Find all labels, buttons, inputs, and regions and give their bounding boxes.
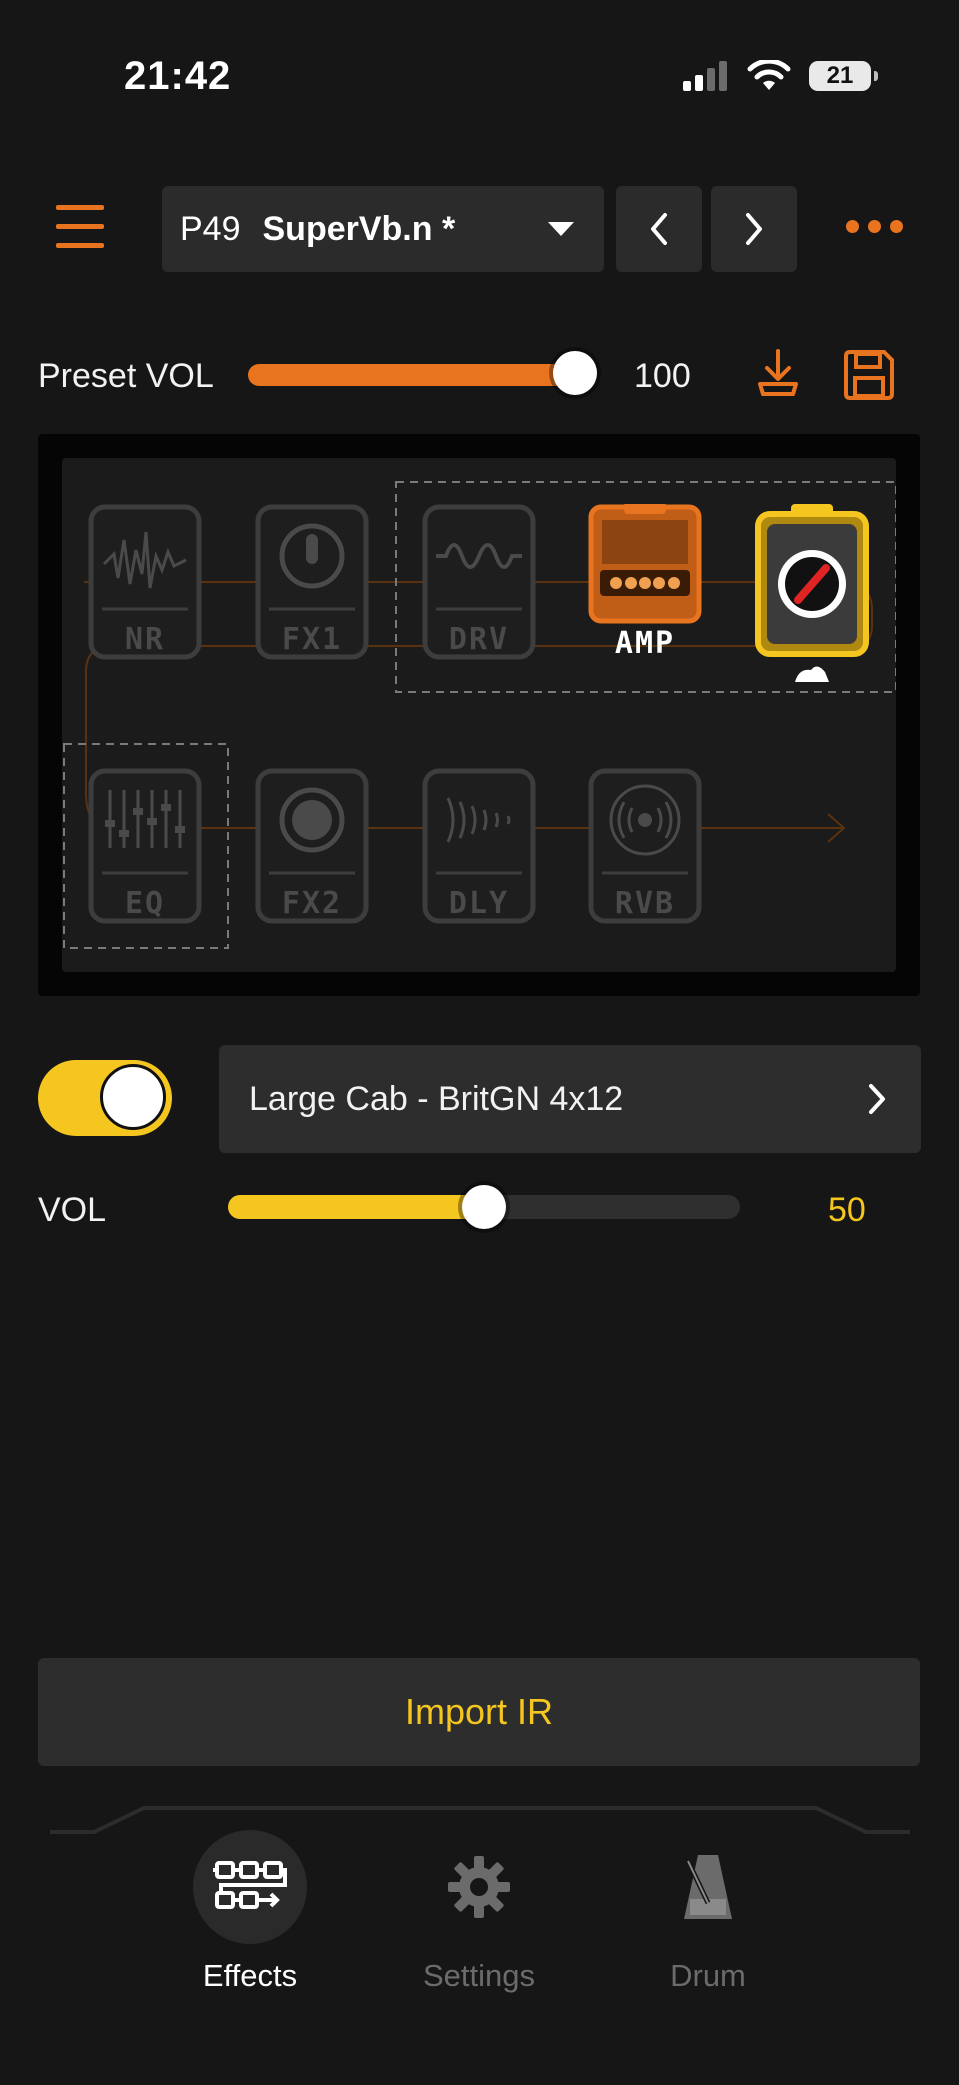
chevron-right-icon — [869, 1084, 885, 1114]
tab-settings[interactable]: Settings — [399, 1830, 559, 1994]
chain-block-label: RVB — [614, 886, 676, 921]
cab-volume-fill — [228, 1195, 484, 1219]
preset-volume-slider[interactable] — [248, 364, 578, 386]
effects-chain-icon — [193, 1830, 307, 1944]
cab-volume-value: 50 — [828, 1191, 866, 1229]
chain-block-amp[interactable]: AMP — [588, 502, 702, 666]
tab-label: Settings — [422, 1958, 535, 1993]
chain-block-label: DRV — [448, 622, 510, 657]
previous-preset-button[interactable] — [616, 186, 702, 272]
chain-block-label: FX1 — [281, 622, 343, 657]
cab-enable-toggle[interactable] — [38, 1060, 172, 1136]
dropdown-caret-icon — [548, 222, 574, 236]
preset-volume-value: 100 — [634, 357, 691, 395]
chain-block-nr[interactable]: NR — [88, 504, 202, 666]
chevron-left-icon — [651, 213, 667, 245]
chain-block-rvb[interactable]: RVB — [588, 768, 702, 930]
signal-chain-canvas: NR FX1 DRV AMP EQ FX2 DLY RVB — [62, 458, 896, 972]
chain-block-label: DLY — [448, 886, 510, 921]
preset-volume-label: Preset VOL — [38, 357, 214, 395]
chevron-right-icon — [746, 213, 762, 245]
cab-model-name: Large Cab - BritGN 4x12 — [249, 1079, 624, 1118]
chain-block-eq[interactable]: EQ — [88, 768, 202, 930]
battery-indicator: 21 — [809, 61, 878, 91]
preset-volume-thumb[interactable] — [553, 351, 597, 395]
cab-volume-label: VOL — [38, 1191, 107, 1229]
chain-block-fx1[interactable]: FX1 — [255, 504, 369, 666]
more-options-icon[interactable] — [846, 220, 903, 233]
chain-block-label: AMP — [614, 626, 676, 661]
save-icon[interactable] — [842, 348, 896, 407]
preset-name: SuperVb.n * — [262, 209, 456, 248]
cab-model-selector[interactable]: Large Cab - BritGN 4x12 — [219, 1045, 921, 1153]
gear-icon — [422, 1830, 536, 1944]
cab-volume-thumb[interactable] — [462, 1185, 506, 1229]
status-time: 21:42 — [124, 54, 232, 98]
chain-block-label: NR — [124, 622, 166, 657]
signal-icon — [683, 61, 727, 91]
tab-label: Drum — [670, 1958, 746, 1993]
wifi-icon — [747, 60, 791, 90]
import-ir-button[interactable]: Import IR — [38, 1658, 920, 1766]
status-icons: 21 — [683, 60, 878, 92]
chain-block-drv[interactable]: DRV — [422, 504, 536, 666]
download-icon[interactable] — [755, 348, 801, 403]
menu-icon[interactable] — [56, 205, 104, 249]
metronome-icon — [651, 1830, 765, 1944]
next-preset-button[interactable] — [711, 186, 797, 272]
chain-block-fx2[interactable]: FX2 — [255, 768, 369, 930]
preset-number: P49 — [180, 209, 241, 248]
tab-label: Effects — [202, 1958, 298, 1993]
chain-block-label: EQ — [124, 886, 166, 921]
tab-drum[interactable]: Drum — [628, 1830, 788, 1994]
chain-block-dly[interactable]: DLY — [422, 768, 536, 930]
chain-block-label: FX2 — [281, 886, 343, 921]
tab-effects[interactable]: Effects — [170, 1830, 330, 1994]
chain-block-cab[interactable] — [755, 504, 869, 694]
preset-selector[interactable]: P49 SuperVb.n * — [162, 186, 604, 272]
